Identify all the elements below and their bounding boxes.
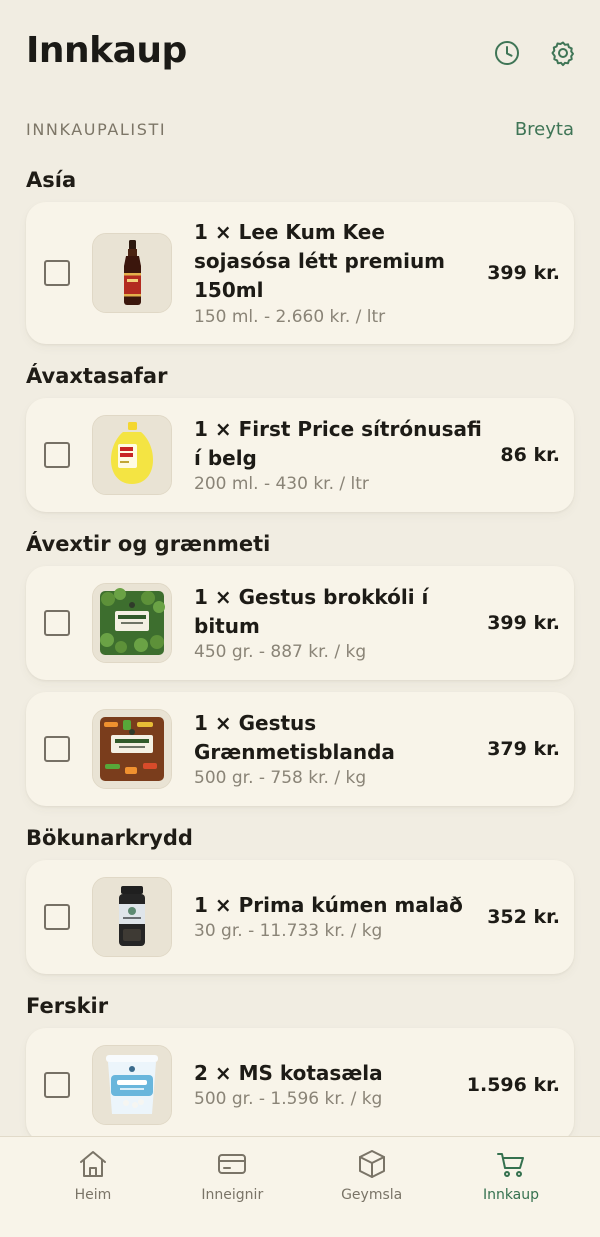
cottage-cheese-tub-image [92, 1044, 172, 1125]
item-details: 1 × Prima kúmen malað 30 gr. - 11.733 kr… [194, 891, 473, 942]
shopping-list: Asía 1 × Lee Kum Kee sojasósa létt premi… [0, 150, 600, 1136]
nav-home[interactable]: Heim [30, 1137, 156, 1237]
lemon-juice-bottle-image [92, 414, 172, 495]
item-price: 399 kr. [487, 261, 560, 284]
edit-link[interactable]: Breyta [515, 119, 574, 140]
soy-sauce-bottle-image [92, 232, 172, 313]
nav-storage[interactable]: Geymsla [309, 1137, 435, 1237]
category-title: Ávextir og grænmeti [26, 531, 271, 556]
item-unit-price: 500 gr. - 1.596 kr. / kg [194, 1089, 383, 1110]
item-unit-price: 200 ml. - 430 kr. / ltr [194, 473, 369, 494]
page-title: Innkaup [26, 30, 187, 71]
shopping-list-header: INNKAUPALISTI Breyta [26, 118, 574, 142]
item-unit-price: 30 gr. - 11.733 kr. / kg [194, 921, 383, 942]
nav-label: Geymsla [341, 1187, 403, 1203]
item-name: 1 × Lee Kum Kee sojasósa létt premium 15… [194, 220, 446, 303]
shopping-screen: Innkaup INNKAUPALISTI Breyta Asía 1 × Le… [0, 0, 600, 1237]
category-asia: Asía 1 × Lee Kum Kee sojasósa létt premi… [0, 168, 600, 344]
nav-credits[interactable]: Inneignir [169, 1137, 295, 1237]
item-name: 1 × First Price sítrónusafi í belg [194, 416, 482, 470]
item-details: 1 × Lee Kum Kee sojasósa létt premium 15… [194, 218, 473, 328]
list-item[interactable]: 1 × Lee Kum Kee sojasósa létt premium 15… [26, 202, 574, 344]
item-details: 1 × First Price sítrónusafi í belg 200 m… [194, 415, 486, 496]
item-checkbox[interactable] [44, 441, 70, 468]
item-details: 2 × MS kotasæla 500 gr. - 1.596 kr. / kg [194, 1059, 453, 1110]
category-fresh: Ferskir 2 × MS kotasæla 500 gr. - 1.596 … [0, 994, 600, 1136]
bottom-navigation: Heim Inneignir Geymsla Innkaup [0, 1136, 600, 1237]
item-name: 1 × Gestus Grænmetisblanda [194, 710, 395, 764]
item-checkbox[interactable] [44, 259, 70, 286]
app-header: Innkaup [26, 30, 578, 82]
category-fruit-juices: Ávaxtasafar 1 × First Price sítrónusafi … [0, 364, 600, 512]
nav-label: Heim [74, 1187, 112, 1203]
vegetable-mix-bag-image [92, 708, 172, 789]
item-name: 2 × MS kotasæla [194, 1061, 383, 1086]
item-unit-price: 500 gr. - 758 kr. / kg [194, 767, 367, 788]
item-details: 1 × Gestus Grænmetisblanda 500 gr. - 758… [194, 709, 473, 790]
broccoli-bag-image [92, 582, 172, 663]
gear-icon[interactable] [548, 38, 578, 68]
item-checkbox[interactable] [44, 1071, 70, 1098]
item-checkbox[interactable] [44, 609, 70, 636]
nav-label: Innkaup [482, 1187, 540, 1203]
item-price: 379 kr. [487, 737, 560, 760]
credit-card-icon [215, 1147, 249, 1181]
category-title: Asía [26, 168, 77, 192]
category-fruit-and-vegetables: Ávextir og grænmeti 1 × Gestus brokkóli … [0, 532, 600, 806]
list-item[interactable]: 1 × Gestus Grænmetisblanda 500 gr. - 758… [26, 691, 574, 806]
list-item[interactable]: 1 × Gestus brokkóli í bitum 450 gr. - 88… [26, 565, 574, 680]
category-baking-spices: Bökunarkrydd 1 × Prima kúmen malað 30 gr… [0, 826, 600, 974]
shopping-list-label: INNKAUPALISTI [26, 120, 167, 139]
clock-icon[interactable] [492, 38, 522, 68]
item-checkbox[interactable] [44, 903, 70, 930]
nav-label: Inneignir [201, 1187, 264, 1203]
list-item[interactable]: 1 × Prima kúmen malað 30 gr. - 11.733 kr… [26, 859, 574, 974]
item-name: 1 × Gestus brokkóli í bitum [194, 584, 429, 638]
spice-jar-image [92, 876, 172, 957]
nav-shopping[interactable]: Innkaup [448, 1137, 574, 1237]
item-name: 1 × Prima kúmen malað [194, 893, 463, 918]
header-actions [492, 38, 578, 68]
cart-icon [494, 1147, 528, 1181]
category-title: Bökunarkrydd [26, 825, 193, 850]
item-checkbox[interactable] [44, 735, 70, 762]
item-unit-price: 450 gr. - 887 kr. / kg [194, 641, 367, 662]
list-item[interactable]: 1 × First Price sítrónusafi í belg 200 m… [26, 397, 574, 512]
box-icon [355, 1147, 389, 1181]
item-details: 1 × Gestus brokkóli í bitum 450 gr. - 88… [194, 583, 473, 664]
item-price: 86 kr. [500, 443, 560, 466]
list-item[interactable]: 2 × MS kotasæla 500 gr. - 1.596 kr. / kg… [26, 1027, 574, 1136]
item-price: 399 kr. [487, 611, 560, 634]
home-icon [76, 1147, 110, 1181]
category-title: Ávaxtasafar [26, 363, 168, 388]
item-unit-price: 150 ml. - 2.660 kr. / ltr [194, 306, 386, 327]
item-price: 1.596 kr. [466, 1073, 560, 1096]
category-title: Ferskir [26, 993, 109, 1018]
item-price: 352 kr. [487, 905, 560, 928]
